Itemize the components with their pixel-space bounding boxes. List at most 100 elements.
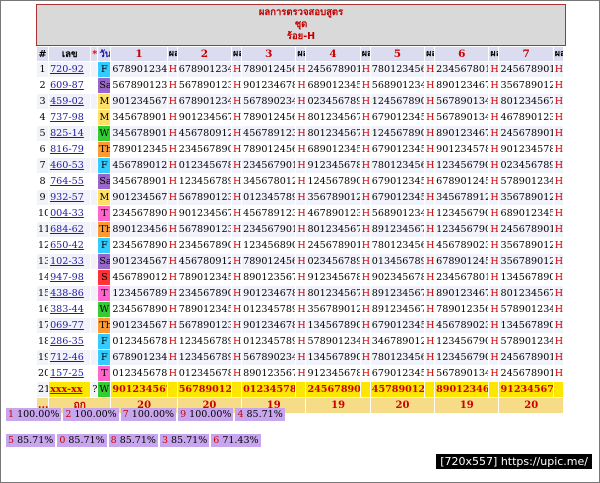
row-result: H <box>295 173 307 190</box>
row-result: H <box>424 253 436 270</box>
row-digit-set: 801234567 <box>305 285 361 302</box>
row-number-link[interactable]: 609-87 <box>48 77 92 94</box>
row-digit-set: 567890123 <box>176 317 233 334</box>
row-result: H <box>488 221 500 238</box>
results-table: #เลข*วัน1ผล2ผล3ผล4ผล5ผล6ผล7ผล1720-92F678… <box>35 46 565 414</box>
row-digit-set: 578901234 <box>498 301 554 318</box>
row-digit-set: 901234567 <box>110 93 168 110</box>
row-number-link[interactable]: 712-46 <box>48 349 92 366</box>
row-number-link[interactable]: 650-42 <box>48 237 92 254</box>
row-number-link[interactable]: 004-33 <box>48 205 92 222</box>
digit-label: 8 <box>110 435 120 446</box>
row-number-link[interactable]: 764-55 <box>48 173 92 190</box>
row-day-badge: Th <box>97 141 112 158</box>
table-row: 12650-42F234567890H234567890H123456890H2… <box>35 237 565 254</box>
digit-percentage: 4 85.71% <box>235 408 285 421</box>
row-result: H <box>488 125 500 142</box>
row-star <box>90 285 99 302</box>
row-result: H <box>359 125 371 142</box>
row-result: H <box>166 301 178 318</box>
row-digit-set: 901234567 <box>110 381 168 398</box>
row-result: H <box>424 189 436 206</box>
row-digit-set: 912345678 <box>498 381 554 398</box>
digit-percentage: 5 85.71% <box>6 434 56 447</box>
row-digit-set: 801234567 <box>305 109 361 126</box>
row-digit-set: 345678912 <box>434 189 490 206</box>
row-result: H <box>295 253 307 270</box>
row-number-link[interactable]: 069-77 <box>48 317 92 334</box>
row-index: 3 <box>35 93 50 110</box>
stats-line-1: 1 100.00% 2 100.00% 7 100.00% 9 100.00% 4 85… <box>6 408 287 421</box>
row-index: 8 <box>35 173 50 190</box>
row-digit-set: 801234567 <box>305 125 361 142</box>
row-star <box>90 365 99 382</box>
row-digit-set: 123456789 <box>110 285 168 302</box>
row-digit-set: 012345789 <box>241 301 297 318</box>
row-index: 6 <box>35 141 50 158</box>
row-result: H <box>359 141 371 158</box>
row-number-link[interactable]: 460-53 <box>48 157 92 174</box>
row-number-link[interactable]: 157-25 <box>48 365 92 382</box>
row-result: H <box>166 93 178 110</box>
row-digit-set: 123456789 <box>176 349 233 366</box>
percentage-value: 85.71% <box>119 435 156 446</box>
row-result: H <box>488 205 500 222</box>
row-digit-set: 901234567 <box>110 253 168 270</box>
row-star <box>90 61 99 78</box>
row-index: 16 <box>35 301 50 318</box>
header-title: ผลการตรวจสอบสูตร <box>258 7 344 18</box>
row-digit-set: 134567890 <box>305 317 361 334</box>
row-number-link[interactable]: 947-98 <box>48 269 92 286</box>
row-number-link[interactable]: 720-92 <box>48 61 92 78</box>
row-result <box>359 381 371 398</box>
row-result: H <box>552 269 565 286</box>
row-number-link[interactable]: 932-57 <box>48 189 92 206</box>
row-result: H <box>424 109 436 126</box>
percentage-value: 100.00% <box>131 409 175 420</box>
row-number-link[interactable]: 383-44 <box>48 301 92 318</box>
row-result: H <box>295 237 307 254</box>
row-digit-set: 678901234 <box>176 61 233 78</box>
row-number-link[interactable]: 825-14 <box>48 125 92 142</box>
row-number-link[interactable]: 737-98 <box>48 109 92 126</box>
row-index: 7 <box>35 157 50 174</box>
row-day-badge: Sa <box>97 77 112 94</box>
digit-label: 5 <box>8 435 18 446</box>
row-digit-set: 234567890 <box>176 237 233 254</box>
row-digit-set: 356789012 <box>305 301 361 318</box>
row-number-link[interactable]: 459-02 <box>48 93 92 110</box>
row-digit-set: 678901234 <box>176 93 233 110</box>
row-result: H <box>295 285 307 302</box>
row-result: H <box>166 333 178 350</box>
header-formula: ร้อย-H <box>286 31 316 42</box>
row-result: H <box>166 253 178 270</box>
row-index: 10 <box>35 205 50 222</box>
row-result: H <box>231 173 243 190</box>
table-row: 14947-98S456789012H789012345H890123567H9… <box>35 269 565 286</box>
row-result: H <box>552 93 565 110</box>
row-day-badge: Sa <box>97 253 112 270</box>
percentage-value: 100.00% <box>189 409 232 420</box>
row-star <box>90 301 99 318</box>
row-digit-set: 567890134 <box>434 93 490 110</box>
row-number-link[interactable]: 286-35 <box>48 333 92 350</box>
row-result: H <box>295 189 307 206</box>
row-star <box>90 77 99 94</box>
row-day-badge: W <box>97 125 112 142</box>
row-digit-set: 467890123 <box>305 205 361 222</box>
row-result: H <box>359 77 371 94</box>
row-number-link[interactable]: xxx-xx <box>48 381 92 398</box>
percentage-value: 100.00% <box>17 409 60 420</box>
row-number-link[interactable]: 684-62 <box>48 221 92 238</box>
row-digit-set: 023456789 <box>305 93 361 110</box>
row-result: H <box>552 365 565 382</box>
row-result: H <box>359 109 371 126</box>
row-number-link[interactable]: 816-79 <box>48 141 92 158</box>
row-number-link[interactable]: 102-33 <box>48 253 92 270</box>
row-digit-set: 234567890 <box>110 205 168 222</box>
row-digit-set: 678901245 <box>434 253 490 270</box>
row-result: H <box>359 349 371 366</box>
row-number-link[interactable]: 438-86 <box>48 285 92 302</box>
row-result: H <box>231 317 243 334</box>
row-digit-set: 568901234 <box>369 205 426 222</box>
